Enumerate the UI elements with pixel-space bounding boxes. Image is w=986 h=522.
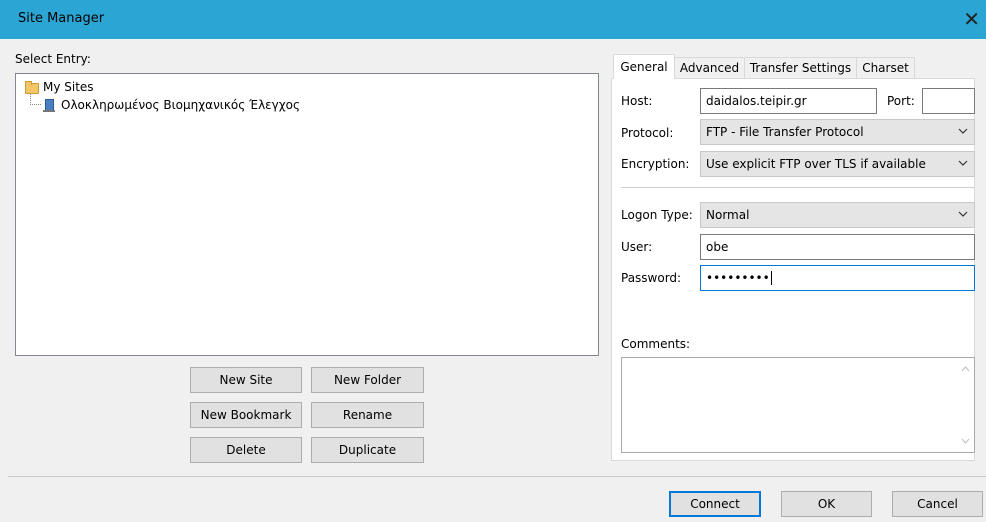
cancel-label: Cancel xyxy=(917,497,958,511)
scroll-down-icon[interactable] xyxy=(961,438,970,444)
new-site-button[interactable]: New Site xyxy=(190,367,302,393)
rename-button[interactable]: Rename xyxy=(311,402,424,428)
ok-label: OK xyxy=(817,497,836,511)
password-value: ••••••••• xyxy=(706,271,770,285)
folder-icon xyxy=(24,80,39,94)
footer-separator xyxy=(8,476,986,477)
close-icon[interactable]: ✕ xyxy=(963,6,980,32)
chevron-down-icon xyxy=(958,128,968,134)
encryption-value: Use explicit FTP over TLS if available xyxy=(706,157,926,171)
title-bar: Site Manager ✕ xyxy=(0,0,986,39)
tree-item-site[interactable]: Ολοκληρωμένος Βιομηχανικός Έλεγχος xyxy=(42,96,300,114)
tab-general[interactable]: General xyxy=(613,54,675,79)
duplicate-button[interactable]: Duplicate xyxy=(311,437,424,463)
logon-type-select[interactable]: Normal xyxy=(700,202,975,228)
new-site-label: New Site xyxy=(219,373,273,387)
comments-scrollbar[interactable] xyxy=(957,358,974,452)
encryption-label: Encryption: xyxy=(621,157,690,171)
new-folder-button[interactable]: New Folder xyxy=(311,367,424,393)
site-tree[interactable]: My Sites Ολοκληρωμένος Βιομηχανικός Έλεγ… xyxy=(15,73,599,356)
tree-item-label: My Sites xyxy=(43,80,94,94)
password-label: Password: xyxy=(621,271,682,285)
logon-type-value: Normal xyxy=(706,208,750,222)
connect-label: Connect xyxy=(690,497,740,511)
tab-label: General xyxy=(620,60,668,74)
text-caret xyxy=(770,271,772,285)
select-entry-label: Select Entry: xyxy=(15,52,91,66)
separator xyxy=(621,187,975,188)
protocol-select[interactable]: FTP - File Transfer Protocol xyxy=(700,119,975,145)
host-value: daidalos.teipir.gr xyxy=(706,94,807,108)
connect-button[interactable]: Connect xyxy=(669,491,761,517)
scroll-up-icon[interactable] xyxy=(961,366,970,372)
new-folder-label: New Folder xyxy=(333,373,402,387)
tab-label: Charset xyxy=(862,61,909,75)
duplicate-label: Duplicate xyxy=(338,443,397,457)
encryption-select[interactable]: Use explicit FTP over TLS if available xyxy=(700,151,975,177)
tab-label: Transfer Settings xyxy=(749,61,852,75)
new-bookmark-label: New Bookmark xyxy=(200,408,292,422)
delete-label: Delete xyxy=(226,443,266,457)
tab-charset[interactable]: Charset xyxy=(856,57,915,78)
window-title: Site Manager xyxy=(18,11,105,26)
tab-label: Advanced xyxy=(679,61,740,75)
chevron-down-icon xyxy=(958,211,968,217)
chevron-down-icon xyxy=(958,160,968,166)
host-input[interactable]: daidalos.teipir.gr xyxy=(700,88,877,114)
port-label: Port: xyxy=(887,94,915,108)
protocol-value: FTP - File Transfer Protocol xyxy=(706,125,864,139)
new-bookmark-button[interactable]: New Bookmark xyxy=(190,402,302,428)
protocol-label: Protocol: xyxy=(621,126,674,140)
site-icon xyxy=(42,98,56,112)
user-input[interactable]: obe xyxy=(700,234,975,260)
comments-label: Comments: xyxy=(621,337,691,351)
comments-textarea[interactable] xyxy=(621,357,975,453)
user-value: obe xyxy=(706,240,729,254)
tab-advanced[interactable]: Advanced xyxy=(674,57,745,78)
port-input[interactable] xyxy=(922,88,975,114)
logon-type-label: Logon Type: xyxy=(621,208,693,222)
host-label: Host: xyxy=(621,94,653,108)
cancel-button[interactable]: Cancel xyxy=(892,491,983,517)
tab-transfer-settings[interactable]: Transfer Settings xyxy=(744,57,857,78)
delete-button[interactable]: Delete xyxy=(190,437,302,463)
password-input[interactable]: ••••••••• xyxy=(700,265,975,291)
tree-connector xyxy=(30,94,41,105)
tree-item-label: Ολοκληρωμένος Βιομηχανικός Έλεγχος xyxy=(61,98,301,112)
rename-label: Rename xyxy=(342,408,393,422)
user-label: User: xyxy=(621,240,653,254)
ok-button[interactable]: OK xyxy=(781,491,872,517)
